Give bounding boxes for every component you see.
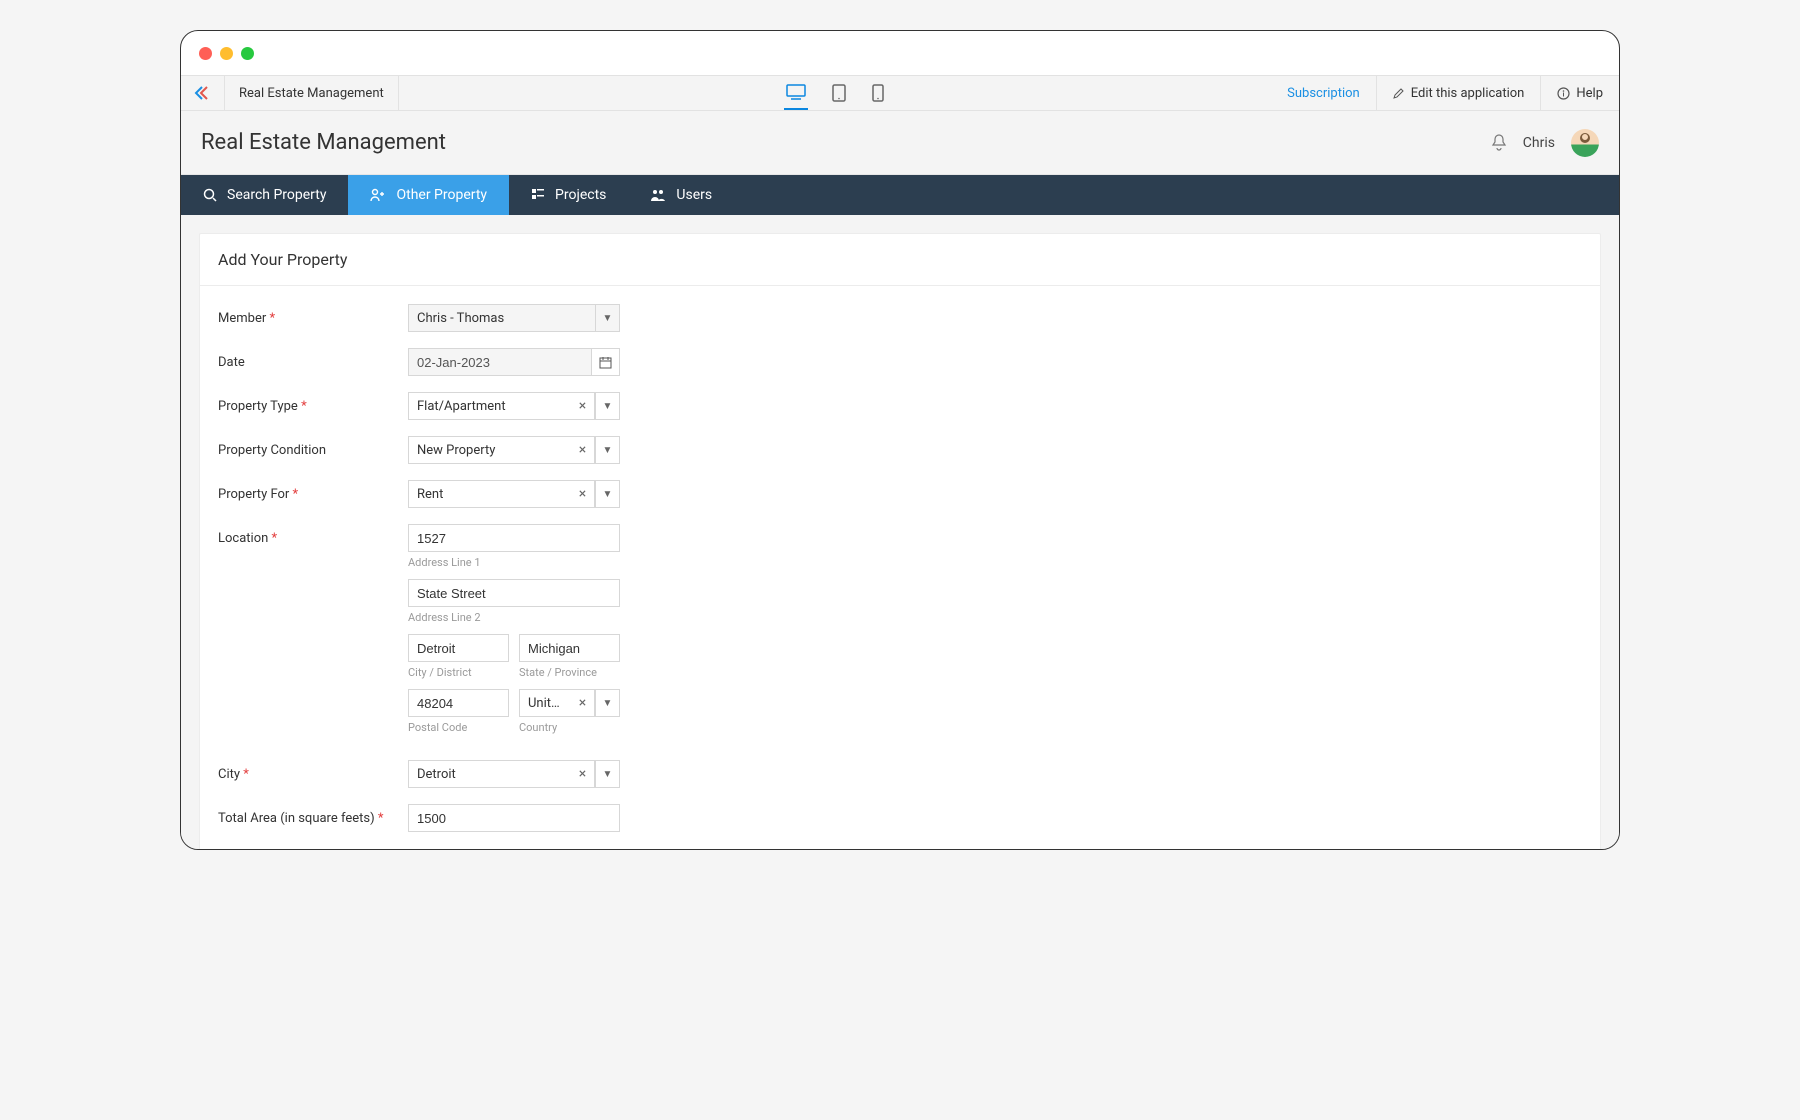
clear-icon[interactable]: ×	[571, 437, 595, 463]
subscription-link[interactable]: Subscription	[1271, 76, 1376, 110]
content-area: Add Your Property Member * Chris - Thoma…	[181, 215, 1619, 849]
postal-code-value[interactable]	[409, 690, 508, 716]
address-line-1-input[interactable]	[408, 524, 620, 552]
state-province-value[interactable]	[520, 635, 619, 661]
toolbar: Real Estate Management Subscription Edit…	[181, 75, 1619, 111]
property-for-value: Rent	[409, 487, 571, 502]
total-area-value[interactable]	[409, 805, 619, 831]
required-marker: *	[269, 311, 275, 326]
property-type-value: Flat/Apartment	[409, 399, 571, 414]
users-icon	[650, 188, 666, 202]
member-label: Member	[218, 311, 266, 326]
pencil-icon	[1393, 87, 1405, 99]
projects-icon	[531, 188, 545, 202]
postal-code-sublabel: Postal Code	[408, 721, 509, 734]
address-line-2-input[interactable]	[408, 579, 620, 607]
state-province-input[interactable]	[519, 634, 620, 662]
chevron-down-icon[interactable]: ▼	[595, 690, 619, 716]
member-value: Chris - Thomas	[409, 311, 595, 326]
total-area-input[interactable]	[408, 804, 620, 832]
chevron-down-icon[interactable]: ▼	[595, 305, 619, 331]
clear-icon[interactable]: ×	[571, 481, 595, 507]
toolbar-app-name: Real Estate Management	[225, 76, 399, 110]
property-for-select[interactable]: Rent × ▼	[408, 480, 620, 508]
city-district-input[interactable]	[408, 634, 509, 662]
titlebar	[181, 31, 1619, 75]
country-select[interactable]: United... × ▼	[519, 689, 620, 717]
form-panel: Add Your Property Member * Chris - Thoma…	[199, 233, 1601, 849]
window-close-icon[interactable]	[199, 47, 212, 60]
nav-bar: Search Property Other Property Projects …	[181, 175, 1619, 215]
app-header: Real Estate Management Chris	[181, 111, 1619, 175]
chevron-down-icon[interactable]: ▼	[595, 481, 619, 507]
edit-application-link[interactable]: Edit this application	[1376, 76, 1541, 110]
country-sublabel: Country	[519, 721, 620, 734]
property-condition-label: Property Condition	[218, 443, 326, 458]
device-tablet-icon[interactable]	[830, 76, 848, 110]
clear-icon[interactable]: ×	[571, 690, 595, 716]
tab-label: Projects	[555, 187, 606, 203]
property-condition-value: New Property	[409, 443, 571, 458]
required-marker: *	[378, 811, 384, 826]
date-input[interactable]	[408, 348, 592, 376]
avatar[interactable]	[1571, 129, 1599, 157]
clear-icon[interactable]: ×	[571, 761, 595, 787]
address-line-1-sublabel: Address Line 1	[408, 556, 620, 569]
postal-code-input[interactable]	[408, 689, 509, 717]
location-label: Location	[218, 531, 268, 546]
property-type-label: Property Type	[218, 399, 298, 414]
total-area-label: Total Area (in square feets)	[218, 811, 375, 826]
member-select[interactable]: Chris - Thomas ▼	[408, 304, 620, 332]
tab-search-property[interactable]: Search Property	[181, 175, 348, 215]
tab-projects[interactable]: Projects	[509, 175, 628, 215]
city-district-value[interactable]	[409, 635, 508, 661]
chevron-down-icon[interactable]: ▼	[595, 393, 619, 419]
device-desktop-icon[interactable]	[784, 76, 808, 110]
required-marker: *	[301, 399, 307, 414]
search-icon	[203, 188, 217, 202]
address-line-2-value[interactable]	[409, 580, 619, 606]
chevron-down-icon[interactable]: ▼	[595, 437, 619, 463]
address-line-2-sublabel: Address Line 2	[408, 611, 620, 624]
city-label: City	[218, 767, 240, 782]
property-for-label: Property For	[218, 487, 289, 502]
property-condition-select[interactable]: New Property × ▼	[408, 436, 620, 464]
panel-title: Add Your Property	[200, 234, 1600, 286]
tab-users[interactable]: Users	[628, 175, 734, 215]
city-select[interactable]: Detroit × ▼	[408, 760, 620, 788]
tab-other-property[interactable]: Other Property	[348, 175, 509, 215]
tab-label: Search Property	[227, 187, 326, 203]
chevron-down-icon[interactable]: ▼	[595, 761, 619, 787]
date-label: Date	[218, 355, 245, 370]
app-window: Real Estate Management Subscription Edit…	[180, 30, 1620, 850]
required-marker: *	[272, 531, 278, 546]
tab-label: Other Property	[396, 187, 487, 203]
device-mobile-icon[interactable]	[870, 76, 886, 110]
toolbar-back-icon[interactable]	[181, 76, 225, 110]
date-value[interactable]	[409, 349, 591, 375]
edit-application-label: Edit this application	[1411, 86, 1525, 101]
window-minimize-icon[interactable]	[220, 47, 233, 60]
help-label: Help	[1576, 86, 1603, 101]
country-value: United...	[520, 696, 571, 711]
help-link[interactable]: Help	[1540, 76, 1619, 110]
city-district-sublabel: City / District	[408, 666, 509, 679]
property-type-select[interactable]: Flat/Apartment × ▼	[408, 392, 620, 420]
required-marker: *	[293, 487, 299, 502]
calendar-icon[interactable]	[592, 348, 620, 376]
state-province-sublabel: State / Province	[519, 666, 620, 679]
user-plus-icon	[370, 188, 386, 202]
bell-icon[interactable]	[1491, 134, 1507, 152]
address-line-1-value[interactable]	[409, 525, 619, 551]
required-marker: *	[243, 767, 249, 782]
info-icon	[1557, 87, 1570, 100]
clear-icon[interactable]: ×	[571, 393, 595, 419]
tab-label: Users	[676, 187, 712, 203]
window-zoom-icon[interactable]	[241, 47, 254, 60]
user-name[interactable]: Chris	[1523, 135, 1555, 151]
city-value: Detroit	[409, 767, 571, 782]
page-title: Real Estate Management	[201, 130, 446, 155]
